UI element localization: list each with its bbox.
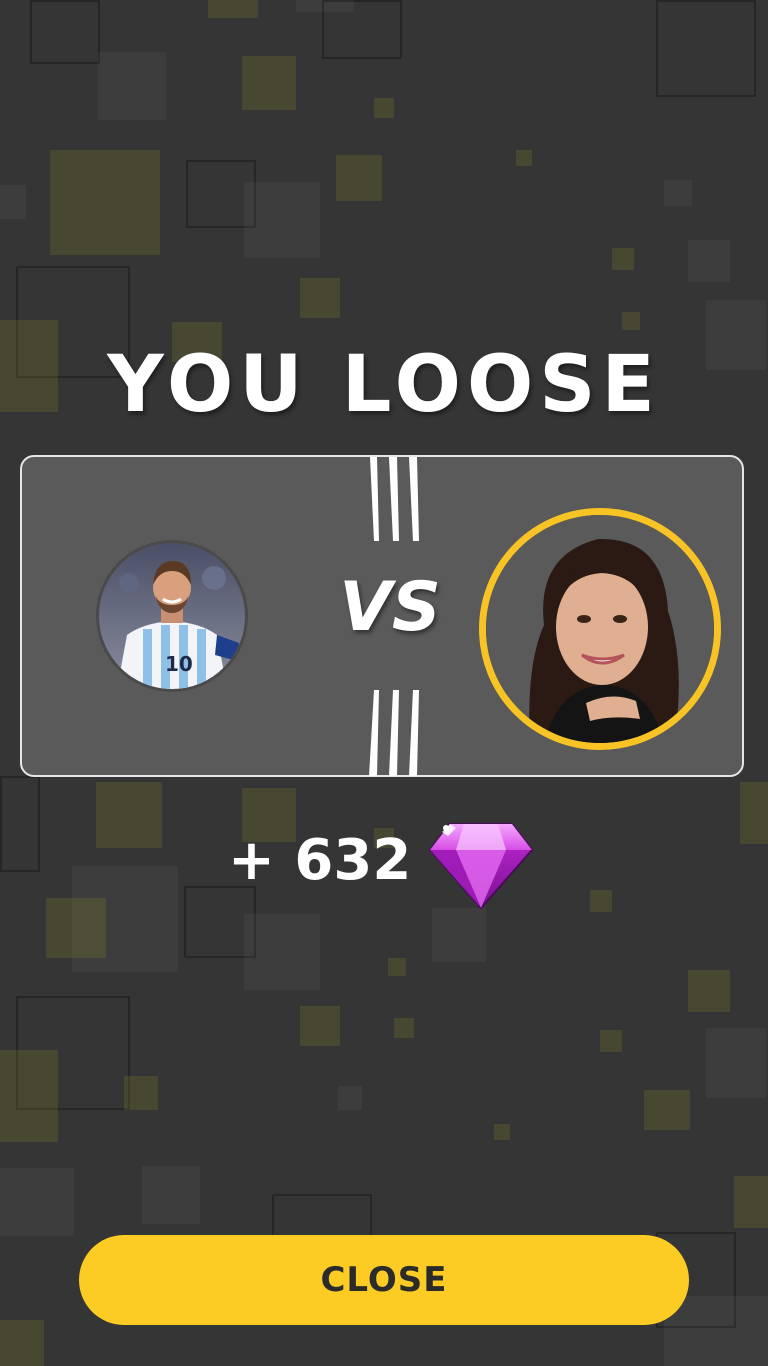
vs-label: VS [339, 568, 441, 647]
divider-slashes-top [370, 457, 419, 541]
opponent-photo [486, 515, 714, 743]
player-photo: 10 [99, 543, 245, 689]
reward-amount: + 632 [228, 828, 412, 893]
opponent-avatar [479, 508, 721, 750]
svg-text:10: 10 [165, 652, 193, 676]
result-title: YOU LOOSE [107, 340, 661, 430]
close-button[interactable]: CLOSE [79, 1235, 689, 1325]
gem-icon [428, 823, 534, 910]
player-avatar: 10 [96, 540, 248, 692]
divider-slashes-bottom [369, 690, 419, 776]
